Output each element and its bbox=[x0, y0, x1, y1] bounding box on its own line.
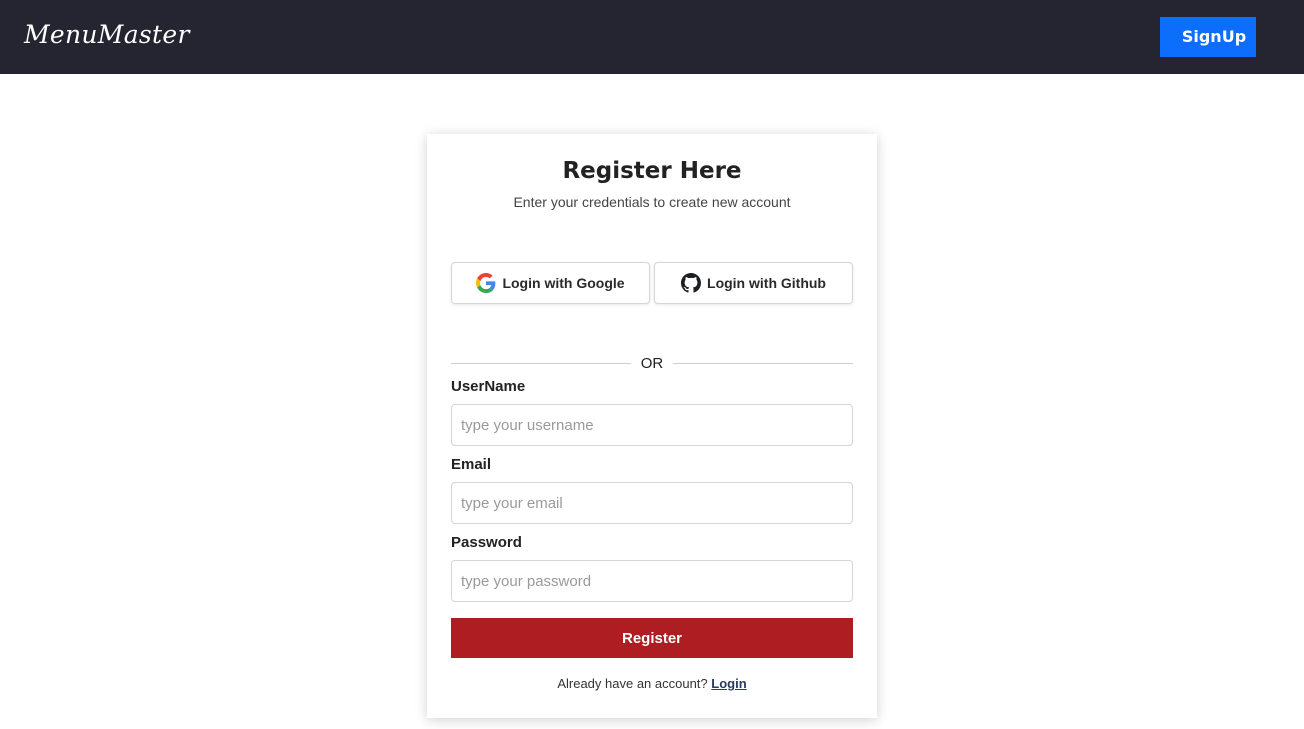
top-navbar: MenuMaster SignUp bbox=[0, 0, 1304, 74]
login-with-google-button[interactable]: Login with Google bbox=[451, 262, 650, 304]
google-button-label: Login with Google bbox=[502, 275, 625, 291]
divider-line bbox=[673, 363, 853, 364]
divider-text: OR bbox=[640, 355, 664, 372]
login-prompt: Already have an account? Login bbox=[427, 676, 877, 691]
login-with-github-button[interactable]: Login with Github bbox=[654, 262, 853, 304]
username-label: UserName bbox=[451, 378, 526, 395]
register-button[interactable]: Register bbox=[451, 618, 853, 658]
email-label: Email bbox=[451, 456, 492, 473]
signup-button[interactable]: SignUp bbox=[1160, 17, 1256, 57]
card-title: Register Here bbox=[562, 158, 742, 184]
github-button-label: Login with Github bbox=[707, 275, 826, 291]
brand-logo[interactable]: MenuMaster bbox=[24, 20, 190, 49]
login-link[interactable]: Login bbox=[711, 676, 746, 691]
divider-line bbox=[451, 363, 631, 364]
or-divider: OR bbox=[451, 354, 853, 374]
username-input[interactable] bbox=[451, 404, 853, 446]
card-subtitle: Enter your credentials to create new acc… bbox=[513, 194, 791, 210]
register-card: Register Here Enter your credentials to … bbox=[427, 134, 877, 718]
password-label: Password bbox=[451, 534, 522, 551]
github-logo-icon bbox=[681, 273, 702, 293]
google-logo-icon bbox=[476, 273, 496, 293]
password-input[interactable] bbox=[451, 560, 853, 602]
email-input[interactable] bbox=[451, 482, 853, 524]
login-prompt-text: Already have an account? bbox=[557, 676, 708, 691]
